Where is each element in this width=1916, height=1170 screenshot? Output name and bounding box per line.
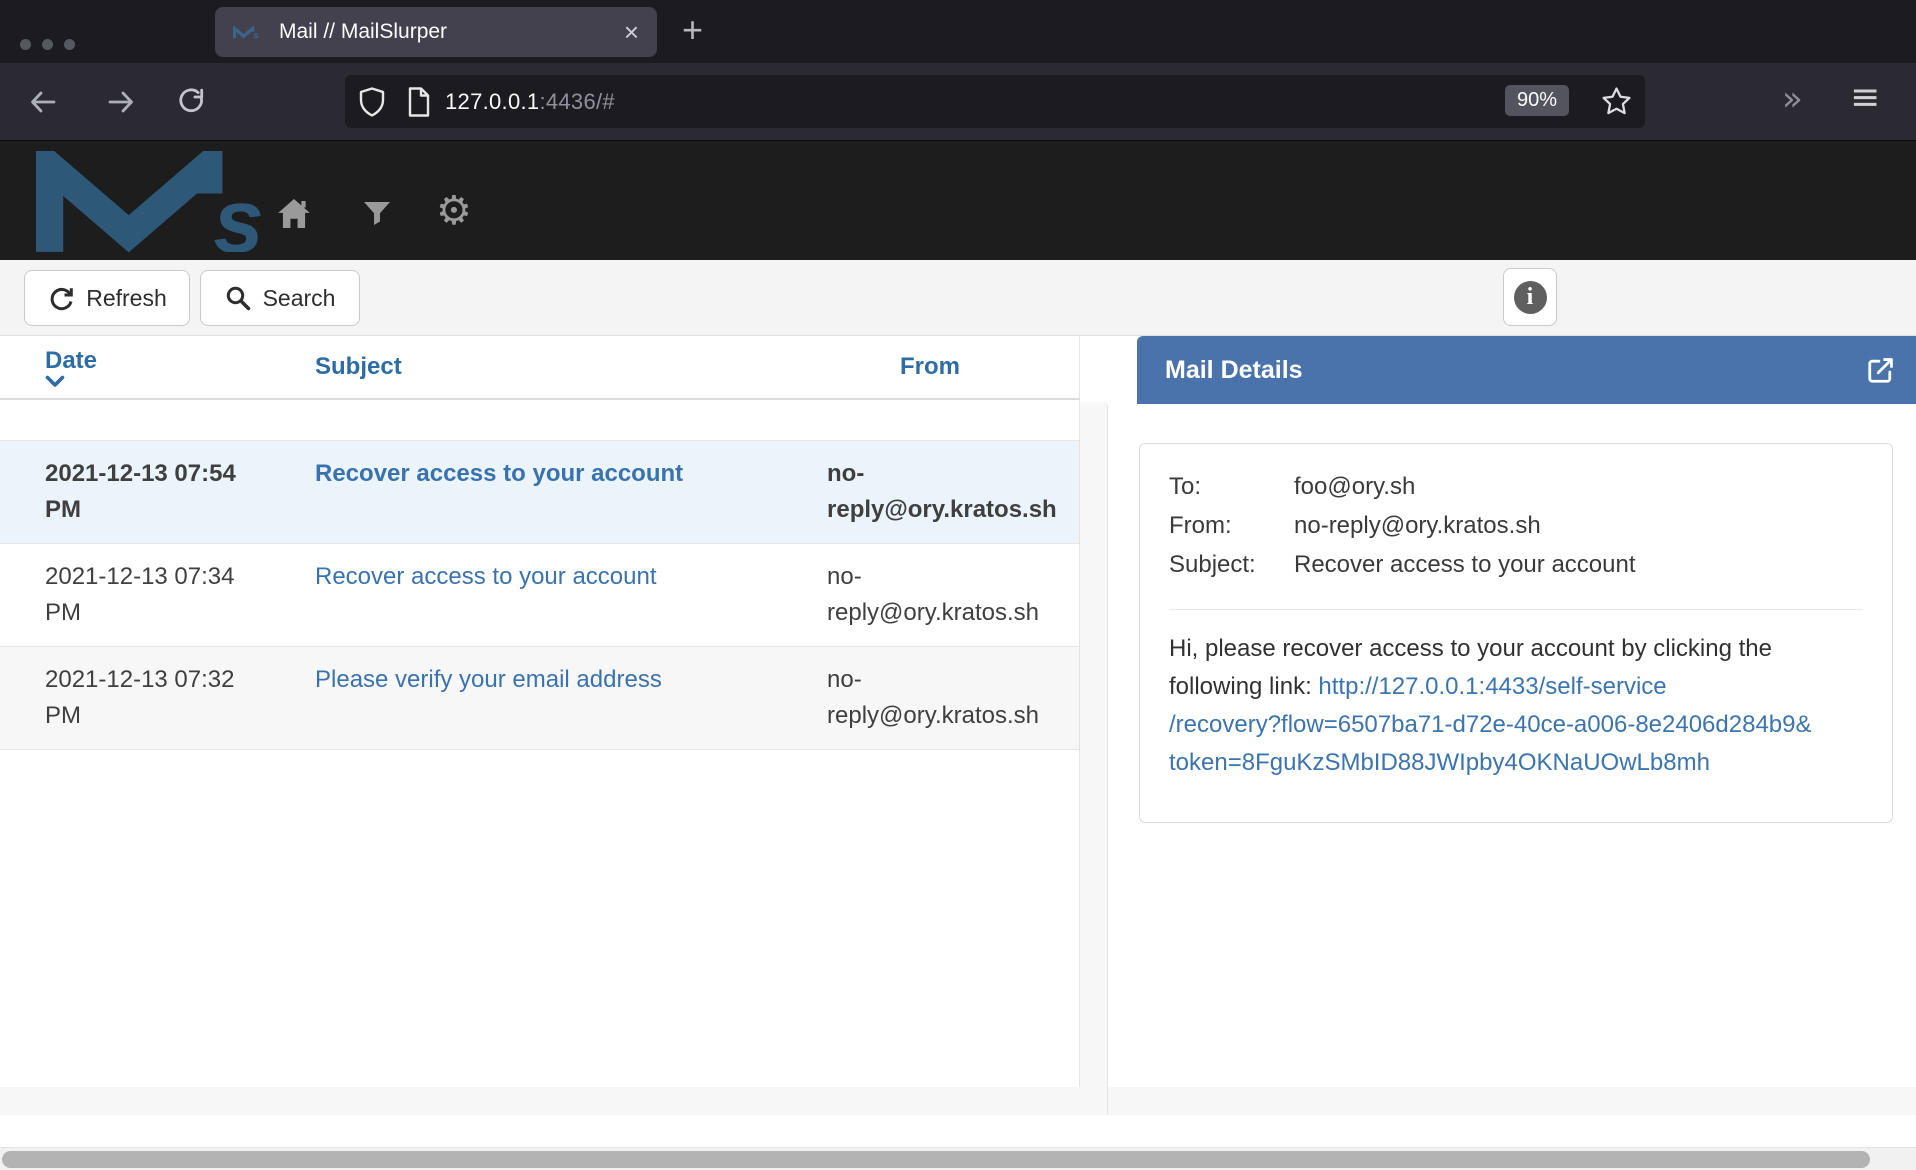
home-icon[interactable] bbox=[278, 199, 310, 228]
url-bar[interactable]: 127.0.0.1:4436/# 90% bbox=[345, 75, 1645, 128]
search-label: Search bbox=[263, 285, 336, 312]
mail-details-title: Mail Details bbox=[1137, 356, 1865, 385]
info-icon: i bbox=[1514, 281, 1547, 314]
header-body-divider bbox=[1169, 609, 1863, 610]
table-row[interactable]: 2021-12-13 07:54 PM Recover access to yo… bbox=[0, 440, 1079, 543]
bottom-divider bbox=[1107, 1087, 1108, 1115]
from-label: From: bbox=[1169, 507, 1294, 545]
mail-headers: To: foo@ory.sh From: no-reply@ory.kratos… bbox=[1169, 468, 1863, 584]
refresh-button[interactable]: Refresh bbox=[24, 270, 190, 326]
mail-subject: Recover access to your account bbox=[315, 456, 827, 528]
mail-details-card: To: foo@ory.sh From: no-reply@ory.kratos… bbox=[1139, 443, 1893, 823]
mail-from: no-reply@ory.kratos.sh bbox=[827, 662, 1072, 734]
url-path: :4436/# bbox=[539, 89, 615, 114]
mail-date: 2021-12-13 07:54 PM bbox=[45, 456, 270, 528]
mail-subject: Recover access to your account bbox=[315, 559, 827, 631]
window-controls[interactable] bbox=[20, 39, 75, 50]
search-button[interactable]: Search bbox=[200, 270, 360, 326]
mail-subject-link[interactable]: Please verify your email address bbox=[315, 666, 662, 693]
app-toolbar: Refresh Search i bbox=[0, 260, 1916, 336]
mail-from: no-reply@ory.kratos.sh bbox=[827, 559, 1072, 631]
search-icon bbox=[225, 285, 251, 311]
mail-from: no-reply@ory.kratos.sh bbox=[827, 456, 1072, 528]
hamburger-menu-icon[interactable]: ≡ bbox=[1850, 77, 1880, 118]
bookmark-star-icon[interactable] bbox=[1601, 86, 1632, 117]
info-button[interactable]: i bbox=[1503, 268, 1557, 326]
bottom-strip bbox=[0, 1087, 1916, 1115]
column-header-subject[interactable]: Subject bbox=[315, 353, 827, 381]
window-maximize-dot[interactable] bbox=[64, 39, 75, 50]
window-minimize-dot[interactable] bbox=[42, 39, 53, 50]
date-header-label: Date bbox=[45, 347, 97, 374]
mail-details-pane: Mail Details To: foo@ory.sh From: no-rep… bbox=[1108, 336, 1916, 1087]
open-external-icon[interactable] bbox=[1865, 355, 1896, 386]
reload-icon[interactable] bbox=[176, 87, 206, 117]
column-header-date[interactable]: Date bbox=[45, 346, 315, 388]
zoom-level-badge[interactable]: 90% bbox=[1505, 85, 1569, 116]
from-value: no-reply@ory.kratos.sh bbox=[1294, 507, 1863, 545]
to-label: To: bbox=[1169, 468, 1294, 506]
back-icon[interactable] bbox=[28, 87, 58, 117]
window-close-dot[interactable] bbox=[20, 39, 31, 50]
settings-gear-icon[interactable]: ⚙ bbox=[436, 191, 472, 231]
body-text-line: following link: bbox=[1169, 673, 1318, 700]
subject-value: Recover access to your account bbox=[1294, 546, 1863, 584]
mail-list-header: Date Subject From bbox=[0, 336, 1079, 400]
tab-close-icon[interactable]: × bbox=[624, 19, 639, 45]
svg-text:s: s bbox=[253, 30, 259, 39]
bottom-white-strip bbox=[0, 1115, 1916, 1147]
refresh-icon bbox=[47, 285, 74, 312]
mailslurper-logo: s bbox=[36, 151, 298, 252]
pane-gutter bbox=[1080, 402, 1107, 1087]
mail-rows: 2021-12-13 07:54 PM Recover access to yo… bbox=[0, 440, 1079, 750]
mail-date: 2021-12-13 07:34 PM bbox=[45, 559, 270, 631]
app-header: s ⚙ bbox=[0, 141, 1916, 260]
from-header-label: From bbox=[900, 353, 960, 380]
browser-tab[interactable]: s Mail // MailSlurper × bbox=[215, 7, 657, 57]
mail-details-header: Mail Details bbox=[1137, 336, 1916, 404]
shield-icon[interactable] bbox=[359, 87, 385, 117]
refresh-label: Refresh bbox=[86, 285, 167, 312]
to-value: foo@ory.sh bbox=[1294, 468, 1863, 506]
svg-text:s: s bbox=[213, 171, 263, 252]
mail-subject-link[interactable]: Recover access to your account bbox=[315, 563, 657, 590]
new-tab-button[interactable]: + bbox=[682, 12, 703, 48]
page-info-icon[interactable] bbox=[407, 87, 431, 117]
overflow-chevrons-icon[interactable]: » bbox=[1782, 79, 1803, 119]
url-host: 127.0.0.1 bbox=[445, 89, 539, 114]
url-text[interactable]: 127.0.0.1:4436/# bbox=[445, 89, 615, 115]
forward-icon[interactable] bbox=[106, 87, 136, 117]
mail-body: Hi, please recover access to your accoun… bbox=[1169, 630, 1863, 782]
subject-label: Subject: bbox=[1169, 546, 1294, 584]
column-header-from[interactable]: From bbox=[827, 353, 1079, 381]
mail-subject-link[interactable]: Recover access to your account bbox=[315, 460, 683, 487]
table-row[interactable]: 2021-12-13 07:32 PM Please verify your e… bbox=[0, 646, 1079, 750]
tab-favicon-mailslurper-icon: s bbox=[233, 26, 263, 39]
body-text-line: Hi, please recover access to your accoun… bbox=[1169, 630, 1863, 668]
mail-subject: Please verify your email address bbox=[315, 662, 827, 734]
filter-icon[interactable] bbox=[364, 202, 390, 228]
horizontal-scrollbar[interactable] bbox=[0, 1147, 1916, 1170]
table-row[interactable]: 2021-12-13 07:34 PM Recover access to yo… bbox=[0, 543, 1079, 646]
mailslurper-window: s Mail // MailSlurper × + bbox=[0, 0, 1916, 1170]
mail-list-pane: Date Subject From 2021-12-13 07:54 PM Re… bbox=[0, 336, 1080, 1087]
subject-header-label: Subject bbox=[315, 353, 402, 380]
scrollbar-thumb[interactable] bbox=[2, 1151, 1870, 1168]
tab-title: Mail // MailSlurper bbox=[279, 20, 624, 44]
sort-descending-chevron-icon bbox=[45, 375, 315, 388]
browser-tab-bar: s Mail // MailSlurper × + bbox=[0, 0, 1916, 63]
mail-date: 2021-12-13 07:32 PM bbox=[45, 662, 270, 734]
content-area: Date Subject From 2021-12-13 07:54 PM Re… bbox=[0, 336, 1916, 1087]
browser-navbar: 127.0.0.1:4436/# 90% » ≡ bbox=[0, 63, 1916, 141]
